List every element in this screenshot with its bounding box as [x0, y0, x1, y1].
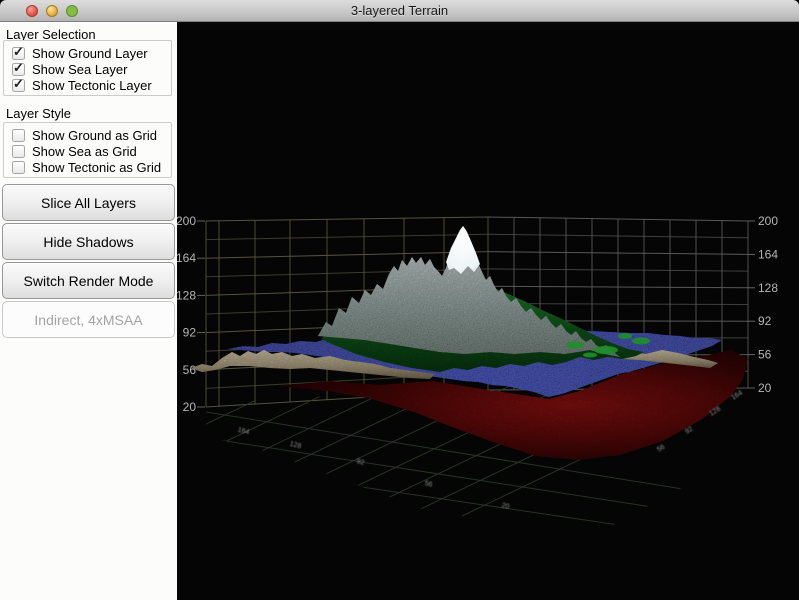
groupbox: Show Ground as Grid Show Sea as Grid Show … [3, 122, 172, 178]
svg-text:56: 56 [183, 363, 197, 377]
app-window: 3-layered Terrain Layer Selection ✓ Show G… [0, 0, 799, 600]
checkbox-row[interactable]: Show Tectonic as Grid [12, 160, 171, 175]
svg-text:92: 92 [183, 326, 197, 340]
checkbox[interactable] [12, 145, 25, 158]
svg-text:20: 20 [758, 381, 772, 395]
snow-cap [446, 226, 480, 274]
check-icon: ✓ [13, 60, 24, 75]
svg-text:92: 92 [356, 458, 365, 467]
svg-text:200: 200 [758, 214, 778, 228]
svg-text:20: 20 [183, 400, 197, 414]
render-mode-status-button: Indirect, 4xMSAA [2, 301, 175, 338]
svg-text:164: 164 [758, 247, 778, 261]
group-title-layer-style: Layer Style [6, 106, 72, 121]
hide-shadows-button[interactable]: Hide Shadows [2, 223, 175, 260]
svg-text:128: 128 [177, 288, 196, 302]
checkbox-row[interactable]: ✓ Show Tectonic Layer [12, 76, 171, 93]
terrain-3d-scene: 200 200 164 164 128 128 92 92 56 56 20 20 1641289… [176, 214, 788, 540]
checkbox-row[interactable]: ✓ Show Ground Layer [12, 44, 171, 61]
svg-text:92: 92 [758, 314, 772, 328]
svg-text:200: 200 [177, 214, 196, 228]
checkbox-label: Show Tectonic Layer [32, 78, 152, 93]
svg-text:56: 56 [424, 480, 433, 489]
svg-text:56: 56 [656, 444, 666, 454]
checkbox[interactable] [12, 161, 25, 174]
checkbox[interactable]: ✓ [12, 76, 25, 92]
checkbox-row[interactable]: Show Sea as Grid [12, 144, 171, 159]
svg-text:128: 128 [758, 281, 778, 295]
checkbox[interactable]: ✓ [12, 44, 25, 60]
svg-text:164: 164 [177, 251, 196, 265]
svg-text:56: 56 [758, 348, 772, 362]
check-icon: ✓ [13, 76, 24, 91]
switch-render-mode-button[interactable]: Switch Render Mode [2, 262, 175, 299]
sidebar-panel: Layer Selection ✓ Show Ground Layer ✓ Show S… [0, 22, 177, 600]
groupbox: ✓ Show Ground Layer ✓ Show Sea Layer ✓ Show T… [3, 40, 172, 96]
checkbox-row[interactable]: ✓ Show Sea Layer [12, 60, 171, 77]
checkbox-label: Show Ground Layer [32, 46, 148, 61]
checkbox-label: Show Ground as Grid [32, 128, 158, 143]
svg-text:20: 20 [501, 502, 510, 511]
checkbox[interactable]: ✓ [12, 60, 25, 76]
checkbox[interactable] [12, 129, 25, 142]
window-title: 3-layered Terrain [350, 3, 449, 18]
checkbox-label: Show Sea Layer [32, 62, 128, 77]
checkbox-row[interactable]: Show Ground as Grid [12, 128, 171, 143]
svg-text:128: 128 [289, 441, 302, 451]
checkbox-label: Show Sea as Grid [32, 144, 137, 159]
slice-all-layers-button[interactable]: Slice All Layers [2, 184, 175, 221]
checkbox-label: Show Tectonic as Grid [32, 160, 162, 175]
titlebar[interactable]: 3-layered Terrain [0, 0, 799, 22]
check-icon: ✓ [13, 44, 24, 59]
terrain-viewport[interactable]: 200 200 164 164 128 128 92 92 56 56 20 20 [176, 22, 799, 600]
